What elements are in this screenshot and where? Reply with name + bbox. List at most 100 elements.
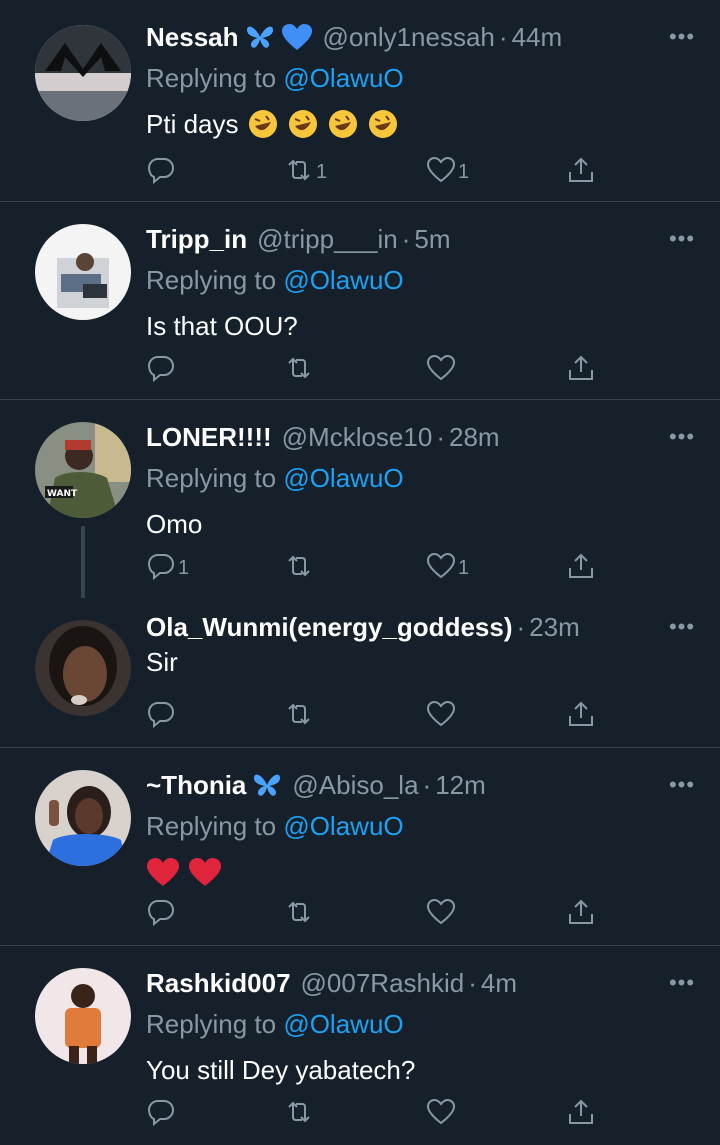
reply-tweet[interactable]: Rashkid007 @007Rashkid · 4m Replying to … bbox=[0, 946, 720, 1144]
butterfly-icon bbox=[252, 772, 282, 798]
reply-button[interactable] bbox=[146, 1096, 178, 1132]
like-button[interactable] bbox=[426, 896, 458, 932]
retweet-button[interactable] bbox=[284, 698, 316, 734]
share-button[interactable] bbox=[566, 154, 596, 190]
rofl-emoji bbox=[327, 108, 359, 140]
replying-to: Replying to @OlawuO bbox=[146, 1008, 700, 1040]
display-name[interactable]: LONER!!!! bbox=[146, 422, 272, 453]
user-handle[interactable]: @only1nessah bbox=[323, 22, 495, 53]
share-button[interactable] bbox=[566, 698, 596, 734]
avatar[interactable] bbox=[35, 770, 131, 866]
thread-connector bbox=[81, 526, 85, 598]
mention-link[interactable]: @OlawuO bbox=[283, 463, 403, 493]
action-bar: 1 1 bbox=[146, 550, 593, 586]
reply-icon bbox=[146, 1097, 176, 1132]
reply-button[interactable] bbox=[146, 352, 178, 388]
share-button[interactable] bbox=[566, 896, 596, 932]
like-count: 1 bbox=[458, 556, 470, 579]
more-options-icon[interactable]: ••• bbox=[662, 20, 702, 54]
replying-to: Replying to @OlawuO bbox=[146, 264, 700, 296]
more-options-icon[interactable]: ••• bbox=[662, 768, 702, 802]
tweet-body: Sir bbox=[146, 647, 178, 677]
reply-tweet[interactable]: WANT LONER!!!! @Mcklose10 · 28m Replying… bbox=[0, 400, 720, 598]
reply-tweet[interactable]: ~Thonia @Abiso_la · 12m Replying to @Ola… bbox=[0, 748, 720, 946]
retweet-count: 1 bbox=[316, 160, 328, 183]
like-button[interactable]: 1 bbox=[426, 154, 469, 190]
reply-button[interactable] bbox=[146, 698, 178, 734]
like-count: 1 bbox=[458, 160, 470, 183]
reply-button[interactable] bbox=[146, 896, 178, 932]
replies-feed: Nessah @only1nessah · 44m Replying to @O… bbox=[0, 0, 720, 1144]
tweet-text: Pti days bbox=[146, 108, 700, 140]
avatar[interactable] bbox=[35, 25, 131, 121]
like-button[interactable]: 1 bbox=[426, 550, 469, 586]
timestamp[interactable]: 23m bbox=[529, 612, 580, 643]
avatar[interactable] bbox=[35, 620, 131, 716]
mention-link[interactable]: @OlawuO bbox=[283, 265, 403, 295]
heart-icon bbox=[426, 155, 456, 190]
like-button[interactable] bbox=[426, 698, 458, 734]
retweet-button[interactable] bbox=[284, 550, 316, 586]
timestamp[interactable]: 5m bbox=[414, 224, 450, 255]
heart-icon bbox=[426, 551, 456, 586]
reply-icon bbox=[146, 551, 176, 586]
action-bar bbox=[146, 896, 593, 932]
reply-tweet[interactable]: Ola_Wunmi(energy_goddess) · 23m Sir ••• bbox=[0, 598, 720, 748]
user-handle[interactable]: @tripp___in bbox=[257, 224, 398, 255]
retweet-button[interactable]: 1 bbox=[284, 154, 327, 190]
retweet-icon bbox=[284, 353, 314, 388]
replying-label: Replying to bbox=[146, 811, 277, 841]
reply-button[interactable] bbox=[146, 154, 178, 190]
rofl-emoji bbox=[287, 108, 319, 140]
user-handle[interactable]: @Abiso_la bbox=[292, 770, 418, 801]
more-options-icon[interactable]: ••• bbox=[662, 966, 702, 1000]
avatar[interactable] bbox=[35, 224, 131, 320]
mention-link[interactable]: @OlawuO bbox=[283, 1009, 403, 1039]
mention-link[interactable]: @OlawuO bbox=[283, 63, 403, 93]
share-icon bbox=[566, 1097, 596, 1132]
retweet-button[interactable] bbox=[284, 352, 316, 388]
timestamp[interactable]: 4m bbox=[481, 968, 517, 999]
tweet-text: Omo bbox=[146, 508, 700, 540]
share-button[interactable] bbox=[566, 550, 596, 586]
reply-tweet[interactable]: Tripp_in @tripp___in · 5m Replying to @O… bbox=[0, 202, 720, 400]
action-bar: 1 1 bbox=[146, 154, 593, 190]
display-name[interactable]: ~Thonia bbox=[146, 770, 246, 801]
reply-button[interactable]: 1 bbox=[146, 550, 189, 586]
retweet-button[interactable] bbox=[284, 896, 316, 932]
more-options-icon[interactable]: ••• bbox=[662, 420, 702, 454]
display-name[interactable]: Ola_Wunmi(energy_goddess) bbox=[146, 612, 513, 643]
tweet-text: Sir bbox=[146, 646, 700, 678]
retweet-icon bbox=[284, 551, 314, 586]
mention-link[interactable]: @OlawuO bbox=[283, 811, 403, 841]
display-name[interactable]: Nessah bbox=[146, 22, 239, 53]
tweet-body: Is that OOU? bbox=[146, 311, 298, 341]
like-button[interactable] bbox=[426, 352, 458, 388]
retweet-icon bbox=[284, 897, 314, 932]
share-icon bbox=[566, 897, 596, 932]
display-name[interactable]: Tripp_in bbox=[146, 224, 247, 255]
timestamp[interactable]: 28m bbox=[449, 422, 500, 453]
user-handle[interactable]: @007Rashkid bbox=[301, 968, 465, 999]
display-name[interactable]: Rashkid007 bbox=[146, 968, 291, 999]
tweet-text: Is that OOU? bbox=[146, 310, 700, 342]
like-button[interactable] bbox=[426, 1096, 458, 1132]
reply-tweet[interactable]: Nessah @only1nessah · 44m Replying to @O… bbox=[0, 0, 720, 202]
avatar[interactable] bbox=[35, 968, 131, 1064]
share-icon bbox=[566, 551, 596, 586]
tweet-body: Pti days bbox=[146, 109, 239, 139]
separator-dot: · bbox=[498, 21, 508, 52]
timestamp[interactable]: 12m bbox=[435, 770, 486, 801]
share-button[interactable] bbox=[566, 352, 596, 388]
share-button[interactable] bbox=[566, 1096, 596, 1132]
tweet-body: You still Dey yabatech? bbox=[146, 1055, 416, 1085]
replying-to: Replying to @OlawuO bbox=[146, 462, 700, 494]
more-options-icon[interactable]: ••• bbox=[662, 610, 702, 644]
replying-label: Replying to bbox=[146, 63, 277, 93]
more-options-icon[interactable]: ••• bbox=[662, 222, 702, 256]
retweet-button[interactable] bbox=[284, 1096, 316, 1132]
user-handle[interactable]: @Mcklose10 bbox=[282, 422, 433, 453]
reply-count: 1 bbox=[178, 556, 190, 579]
timestamp[interactable]: 44m bbox=[512, 22, 563, 53]
avatar[interactable]: WANT bbox=[35, 422, 131, 518]
